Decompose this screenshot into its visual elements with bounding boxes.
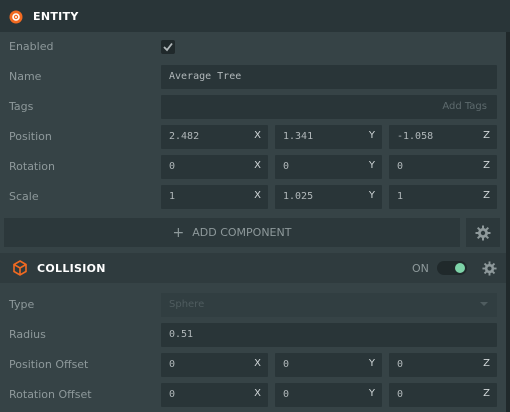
collision-settings-button[interactable] bbox=[482, 261, 497, 280]
collision-header[interactable]: COLLISION ON bbox=[0, 253, 506, 283]
position-x-value: 2.482 bbox=[169, 131, 200, 142]
position-offset-x-field[interactable]: 0 X bbox=[161, 353, 268, 377]
collision-title: COLLISION bbox=[37, 262, 106, 275]
axis-z-label: Z bbox=[483, 358, 490, 369]
name-input[interactable]: Average Tree bbox=[161, 65, 497, 89]
position-offset-label: Position Offset bbox=[9, 358, 89, 371]
axis-z-label: Z bbox=[483, 388, 490, 399]
rotation-offset-z-value: 0 bbox=[397, 389, 404, 400]
chevron-down-icon bbox=[480, 302, 488, 306]
axis-z-label: Z bbox=[483, 190, 490, 201]
check-icon bbox=[163, 42, 173, 52]
scale-x-value: 1 bbox=[169, 191, 176, 202]
scale-x-field[interactable]: 1 X bbox=[161, 185, 268, 209]
radius-label: Radius bbox=[9, 328, 46, 341]
rotation-x-value: 0 bbox=[169, 161, 176, 172]
cube-icon bbox=[13, 260, 27, 280]
axis-z-label: Z bbox=[483, 130, 490, 141]
axis-x-label: X bbox=[254, 190, 261, 201]
rotation-offset-x-value: 0 bbox=[169, 389, 176, 400]
position-offset-y-value: 0 bbox=[283, 359, 290, 370]
scrollbar[interactable] bbox=[506, 0, 510, 412]
enabled-label: Enabled bbox=[9, 40, 54, 53]
scale-z-value: 1 bbox=[397, 191, 404, 202]
scale-row: Scale 1 X 1.025 Y 1 Z bbox=[0, 182, 506, 212]
rotation-y-value: 0 bbox=[283, 161, 290, 172]
name-label: Name bbox=[9, 70, 42, 83]
enabled-checkbox[interactable] bbox=[161, 40, 175, 54]
type-row: Type Sphere bbox=[0, 290, 506, 320]
scrollbar-thumb[interactable] bbox=[506, 32, 510, 412]
axis-y-label: Y bbox=[368, 160, 375, 171]
type-value: Sphere bbox=[169, 299, 205, 310]
axis-z-label: Z bbox=[483, 160, 490, 171]
toggle-knob bbox=[455, 263, 465, 273]
rotation-offset-label: Rotation Offset bbox=[9, 388, 92, 401]
name-value: Average Tree bbox=[169, 71, 242, 82]
collision-enabled-toggle[interactable] bbox=[437, 261, 467, 275]
axis-x-label: X bbox=[254, 160, 261, 171]
entity-icon bbox=[9, 9, 23, 24]
position-z-field[interactable]: -1.058 Z bbox=[389, 125, 497, 149]
scale-label: Scale bbox=[9, 190, 39, 203]
radius-input[interactable]: 0.51 bbox=[161, 323, 497, 347]
axis-x-label: X bbox=[254, 388, 261, 399]
position-offset-y-field[interactable]: 0 Y bbox=[275, 353, 382, 377]
inspector-panel: ENTITY Enabled Name Average Tree Tags Ad… bbox=[0, 0, 510, 412]
entity-settings-button[interactable] bbox=[466, 218, 500, 247]
tags-input[interactable]: Add Tags bbox=[161, 95, 497, 119]
collision-toggle-label: ON bbox=[412, 262, 429, 275]
axis-y-label: Y bbox=[368, 190, 375, 201]
axis-y-label: Y bbox=[368, 358, 375, 369]
position-offset-x-value: 0 bbox=[169, 359, 176, 370]
tags-label: Tags bbox=[9, 100, 34, 113]
rotation-y-field[interactable]: 0 Y bbox=[275, 155, 382, 179]
plus-icon: + bbox=[172, 224, 185, 241]
scale-z-field[interactable]: 1 Z bbox=[389, 185, 497, 209]
rotation-label: Rotation bbox=[9, 160, 56, 173]
tags-row: Tags Add Tags bbox=[0, 92, 506, 122]
position-offset-z-value: 0 bbox=[397, 359, 404, 370]
position-offset-row: Position Offset 0 X 0 Y 0 Z bbox=[0, 350, 506, 380]
position-x-field[interactable]: 2.482 X bbox=[161, 125, 268, 149]
radius-row: Radius 0.51 bbox=[0, 320, 506, 350]
scale-y-field[interactable]: 1.025 Y bbox=[275, 185, 382, 209]
axis-x-label: X bbox=[254, 130, 261, 141]
gear-icon bbox=[482, 261, 497, 276]
rotation-x-field[interactable]: 0 X bbox=[161, 155, 268, 179]
position-row: Position 2.482 X 1.341 Y -1.058 Z bbox=[0, 122, 506, 152]
add-component-label: ADD COMPONENT bbox=[192, 226, 292, 239]
enabled-row: Enabled bbox=[0, 32, 506, 62]
add-component-button[interactable]: + ADD COMPONENT bbox=[4, 218, 460, 247]
position-y-field[interactable]: 1.341 Y bbox=[275, 125, 382, 149]
radius-value: 0.51 bbox=[169, 329, 194, 340]
rotation-offset-y-value: 0 bbox=[283, 389, 290, 400]
rotation-z-field[interactable]: 0 Z bbox=[389, 155, 497, 179]
add-tags-placeholder: Add Tags bbox=[442, 101, 487, 112]
type-select[interactable]: Sphere bbox=[161, 293, 497, 317]
axis-y-label: Y bbox=[368, 388, 375, 399]
rotation-row: Rotation 0 X 0 Y 0 Z bbox=[0, 152, 506, 182]
position-y-value: 1.341 bbox=[283, 131, 314, 142]
rotation-offset-x-field[interactable]: 0 X bbox=[161, 383, 268, 407]
entity-title: ENTITY bbox=[33, 10, 79, 23]
entity-header[interactable]: ENTITY bbox=[0, 0, 506, 32]
axis-x-label: X bbox=[254, 358, 261, 369]
position-label: Position bbox=[9, 130, 52, 143]
rotation-offset-row: Rotation Offset 0 X 0 Y 0 Z bbox=[0, 380, 506, 410]
scale-y-value: 1.025 bbox=[283, 191, 314, 202]
gear-icon bbox=[475, 225, 491, 241]
rotation-offset-y-field[interactable]: 0 Y bbox=[275, 383, 382, 407]
type-label: Type bbox=[9, 298, 35, 311]
position-offset-z-field[interactable]: 0 Z bbox=[389, 353, 497, 377]
rotation-offset-z-field[interactable]: 0 Z bbox=[389, 383, 497, 407]
position-z-value: -1.058 bbox=[397, 131, 434, 142]
name-row: Name Average Tree bbox=[0, 62, 506, 92]
rotation-z-value: 0 bbox=[397, 161, 404, 172]
axis-y-label: Y bbox=[368, 130, 375, 141]
